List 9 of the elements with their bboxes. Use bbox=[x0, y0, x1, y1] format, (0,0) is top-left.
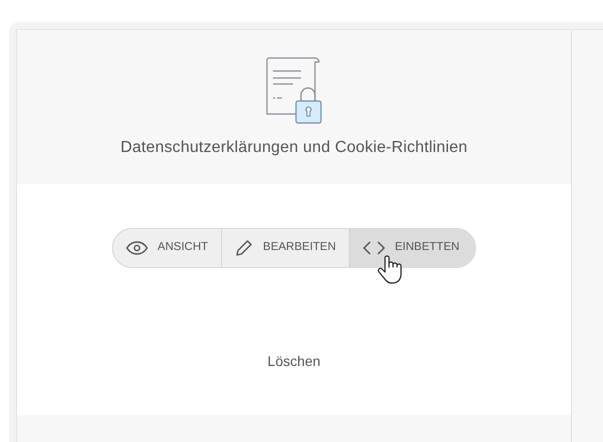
hand-cursor-icon bbox=[377, 255, 404, 285]
card-title: Datenschutzerklärungen und Cookie-Richtlinien bbox=[120, 138, 468, 158]
pencil-icon bbox=[235, 239, 254, 257]
locked-document-icon bbox=[265, 56, 323, 124]
action-button[interactable]: ANSICHT bbox=[112, 229, 222, 267]
action-button[interactable]: EINBETTEN bbox=[348, 229, 476, 267]
code-icon bbox=[362, 240, 385, 256]
delete-link[interactable]: Löschen bbox=[268, 351, 320, 372]
eye-icon bbox=[126, 241, 148, 255]
